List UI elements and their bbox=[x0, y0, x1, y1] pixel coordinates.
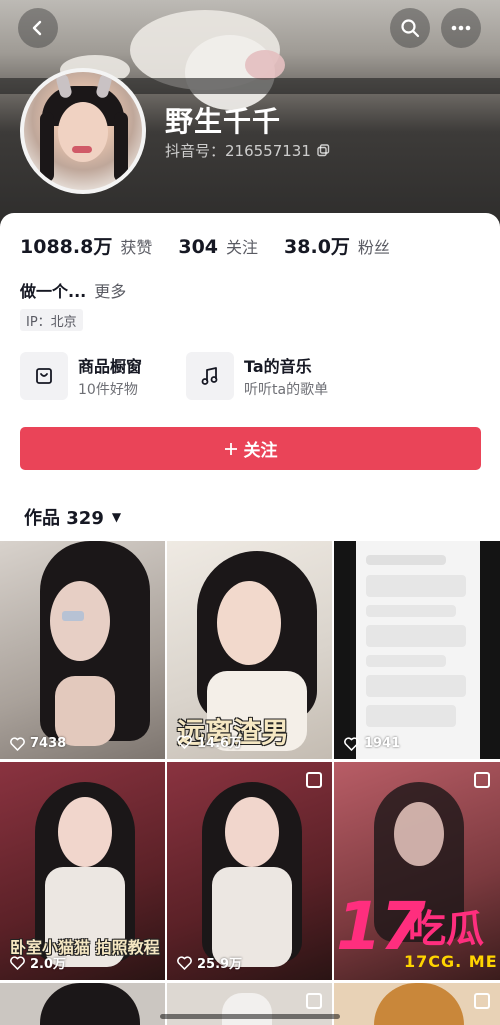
video-tile[interactable] bbox=[0, 983, 165, 1025]
chevron-left-icon bbox=[32, 20, 42, 36]
stat-following[interactable]: 304 关注 bbox=[178, 234, 258, 258]
video-likes-count: 1941 bbox=[364, 736, 401, 751]
music-title: Ta的音乐 bbox=[244, 357, 312, 376]
video-tile[interactable]: 远离渣男 14.6万 bbox=[167, 541, 332, 759]
shop-icon-box bbox=[20, 352, 68, 400]
profile-stats: 1088.8万 获赞 304 关注 38.0万 粉丝 bbox=[20, 232, 390, 259]
video-likes-count: 2.0万 bbox=[30, 957, 67, 972]
follow-button[interactable]: 关注 bbox=[20, 427, 481, 470]
douyin-id-text: 抖音号：216557131 bbox=[165, 142, 311, 160]
stat-likes[interactable]: 1088.8万 获赞 bbox=[20, 232, 152, 259]
stat-likes-label: 获赞 bbox=[120, 238, 153, 257]
heart-icon bbox=[177, 734, 192, 749]
heart-icon bbox=[177, 955, 192, 970]
more-button[interactable] bbox=[441, 8, 481, 48]
music-note-icon bbox=[201, 367, 218, 385]
search-button[interactable] bbox=[390, 8, 430, 48]
video-likes: 2.0万 bbox=[10, 953, 66, 972]
follow-button-label: 关注 bbox=[243, 441, 278, 461]
stat-likes-value: 1088.8万 bbox=[20, 236, 113, 258]
heart-icon bbox=[10, 736, 25, 751]
works-tab-label: 作品 329 bbox=[24, 508, 104, 529]
bio-text: 做一个... bbox=[20, 282, 87, 301]
bio-more-link[interactable]: 更多 bbox=[94, 278, 126, 302]
caret-down-icon[interactable]: ▼ bbox=[112, 510, 121, 524]
video-tile[interactable]: 7438 bbox=[0, 541, 165, 759]
music-subtitle: 听听ta的歌单 bbox=[244, 382, 329, 398]
shop-window-entry[interactable]: 商品橱窗 10件好物 bbox=[20, 352, 142, 400]
works-tab[interactable]: 作品 329 ▼ bbox=[24, 504, 121, 530]
video-likes-count: 14.6万 bbox=[197, 736, 243, 751]
bio[interactable]: 做一个... 更多 bbox=[20, 278, 126, 302]
stat-followers-label: 粉丝 bbox=[357, 238, 390, 257]
more-horizontal-icon bbox=[451, 25, 471, 31]
heart-icon bbox=[344, 736, 359, 751]
video-likes: 7438 bbox=[10, 736, 66, 751]
copy-icon[interactable] bbox=[317, 144, 330, 157]
music-icon-box bbox=[186, 352, 234, 400]
search-icon bbox=[401, 19, 420, 38]
multi-image-icon bbox=[306, 993, 322, 1009]
avatar[interactable] bbox=[20, 68, 146, 194]
video-likes: 25.9万 bbox=[177, 953, 242, 972]
douyin-id[interactable]: 抖音号：216557131 bbox=[165, 140, 330, 161]
video-likes-count: 7438 bbox=[30, 736, 67, 751]
ip-location-tag: IP：北京 bbox=[20, 309, 83, 331]
video-tile[interactable] bbox=[334, 983, 500, 1025]
video-tile[interactable]: 25.9万 bbox=[167, 762, 332, 980]
nickname: 野生千千 bbox=[165, 105, 282, 138]
multi-image-icon bbox=[474, 993, 490, 1009]
stat-following-label: 关注 bbox=[226, 238, 259, 257]
video-tile[interactable]: 1941 bbox=[334, 541, 500, 759]
shop-window-title: 商品橱窗 bbox=[78, 357, 143, 376]
stat-followers[interactable]: 38.0万 粉丝 bbox=[284, 232, 390, 259]
home-indicator[interactable] bbox=[160, 1014, 340, 1019]
back-button[interactable] bbox=[18, 8, 58, 48]
video-likes: 14.6万 bbox=[177, 732, 242, 751]
music-entry[interactable]: Ta的音乐 听听ta的歌单 bbox=[186, 352, 328, 400]
video-likes: 1941 bbox=[344, 736, 400, 751]
stat-following-value: 304 bbox=[178, 236, 219, 258]
video-tile[interactable]: 卧室小猫猫 拍照教程 2.0万 bbox=[0, 762, 165, 980]
bag-icon bbox=[36, 368, 52, 384]
multi-image-icon bbox=[306, 772, 322, 788]
stat-followers-value: 38.0万 bbox=[284, 236, 350, 258]
video-tile[interactable]: 17 吃瓜 17CG. ME bbox=[334, 762, 500, 980]
plus-icon bbox=[224, 442, 237, 455]
heart-icon bbox=[10, 955, 25, 970]
watermark-site: 17CG. ME bbox=[404, 952, 498, 971]
video-likes-count: 25.9万 bbox=[197, 957, 243, 972]
multi-image-icon bbox=[474, 772, 490, 788]
shop-window-subtitle: 10件好物 bbox=[78, 382, 138, 398]
watermark-brand-cjk: 吃瓜 bbox=[408, 907, 485, 951]
